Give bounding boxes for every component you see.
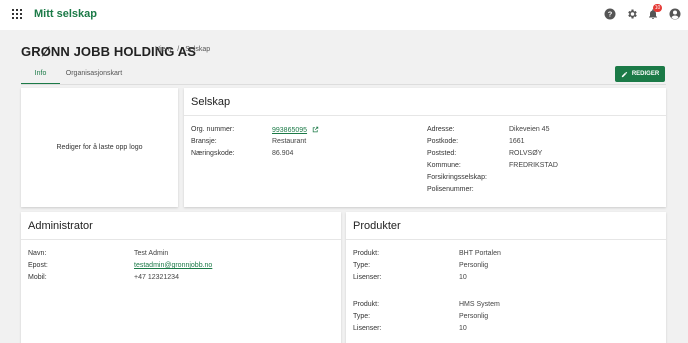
tab-organisasjonskart[interactable]: Organisasjonskart xyxy=(60,67,128,85)
municipality-value: FREDRIKSTAD xyxy=(509,162,558,169)
industry-label: Bransje: xyxy=(191,138,217,145)
industry-code-label: Næringskode: xyxy=(191,150,235,157)
product-type-label: Type: xyxy=(353,262,371,269)
pencil-icon xyxy=(621,71,627,77)
apps-grid-icon[interactable] xyxy=(12,9,22,19)
industry-code-value: 86.904 xyxy=(272,150,294,157)
product-type-label: Type: xyxy=(353,313,371,320)
svg-text:?: ? xyxy=(608,10,613,19)
product-licenses-label: Lisenser: xyxy=(353,274,382,281)
logo-upload-text: Rediger for å laste opp logo xyxy=(56,144,143,151)
account-icon[interactable] xyxy=(669,8,681,20)
postcode-label: Postkode: xyxy=(427,138,459,145)
help-icon[interactable]: ? xyxy=(604,8,616,20)
industry-value: Restaurant xyxy=(272,138,307,145)
policy-number-label: Polisenummer: xyxy=(427,186,474,193)
postal-place-label: Poststed: xyxy=(427,150,457,157)
product-type-value: Personlig xyxy=(459,313,489,320)
product-value: HMS System xyxy=(459,301,500,308)
org-number-value: 993865095 xyxy=(272,126,319,134)
postal-place-value: ROLVSØY xyxy=(509,150,543,157)
breadcrumb-separator: / xyxy=(177,46,180,53)
breadcrumb-home[interactable]: Hjem xyxy=(155,46,171,53)
company-card: Selskap Org. nummer: 993865095 Bransje: … xyxy=(184,88,666,207)
notification-badge: 10 xyxy=(653,4,662,12)
product-label: Produkt: xyxy=(353,250,380,257)
admin-mobile-value: +47 12321234 xyxy=(134,274,179,281)
product-licenses-value: 10 xyxy=(459,325,467,332)
app-title[interactable]: Mitt selskap xyxy=(34,8,97,20)
products-card-title: Produkter xyxy=(353,220,401,232)
municipality-label: Kommune: xyxy=(427,162,461,169)
address-label: Adresse: xyxy=(427,126,455,133)
tabs-divider xyxy=(21,84,666,85)
product-type-value: Personlig xyxy=(459,262,489,269)
administrator-card-header: Administrator xyxy=(21,212,341,240)
product-value: BHT Portalen xyxy=(459,250,501,257)
product-label: Produkt: xyxy=(353,301,380,308)
admin-email-link[interactable]: testadmin@gronnjobb.no xyxy=(134,262,212,269)
products-card: Produkter Produkt: BHT Portalen Type: Pe… xyxy=(346,212,666,343)
external-link-icon[interactable] xyxy=(312,126,319,133)
logo-upload-card[interactable]: Rediger for å laste opp logo xyxy=(21,88,178,207)
top-app-bar: Mitt selskap ? 10 xyxy=(0,0,688,30)
product-licenses-value: 10 xyxy=(459,274,467,281)
insurer-label: Forsikringsselskap: xyxy=(427,174,487,181)
company-card-header: Selskap xyxy=(184,88,666,116)
admin-mobile-label: Mobil: xyxy=(28,274,47,281)
breadcrumb: Hjem / Selskap xyxy=(155,46,210,53)
products-card-header: Produkter xyxy=(346,212,666,240)
admin-name-label: Navn: xyxy=(28,250,47,257)
company-card-title: Selskap xyxy=(191,96,231,108)
administrator-card-title: Administrator xyxy=(28,220,93,232)
address-value: Dikeveien 45 xyxy=(509,126,550,133)
edit-button-label: REDIGER xyxy=(631,71,660,77)
breadcrumb-current: Selskap xyxy=(185,46,211,53)
org-number-link[interactable]: 993865095 xyxy=(272,127,307,134)
admin-email-label: Epost: xyxy=(28,262,48,269)
tab-info[interactable]: Info xyxy=(21,67,60,85)
postcode-value: 1661 xyxy=(509,138,525,145)
edit-button[interactable]: REDIGER xyxy=(615,66,665,82)
administrator-card: Administrator Navn: Test Admin Epost: te… xyxy=(21,212,341,343)
product-licenses-label: Lisenser: xyxy=(353,325,382,332)
gear-icon[interactable] xyxy=(626,8,638,20)
org-number-label: Org. nummer: xyxy=(191,126,235,133)
admin-name-value: Test Admin xyxy=(134,250,169,257)
